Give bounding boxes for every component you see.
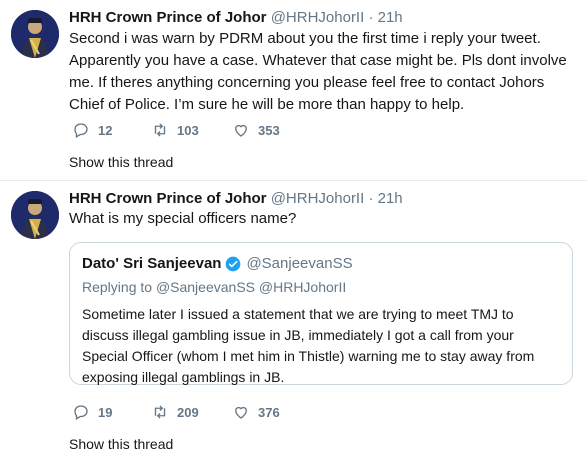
retweet-icon — [154, 405, 166, 419]
avatar-portrait-icon — [11, 10, 59, 58]
timestamp[interactable]: 21h — [378, 9, 403, 26]
replying-to: Replying to @SanjeevanSS @HRHJohorII — [82, 279, 346, 295]
like-icon — [235, 124, 247, 137]
retweet-button[interactable]: 209 — [151, 403, 199, 421]
tweet-text: Second i was warn by PDRM about you the … — [69, 30, 567, 113]
quoted-author-handle: @SanjeevanSS — [246, 255, 353, 272]
separator-dot: · — [368, 9, 374, 26]
reply-count: 12 — [98, 122, 113, 138]
author-name[interactable]: HRH Crown Prince of Johor — [69, 190, 267, 207]
tweet-text: What is my special officers name? — [69, 210, 297, 227]
like-count: 376 — [258, 404, 280, 420]
like-button[interactable]: 376 — [232, 403, 280, 421]
avatar-portrait-icon — [11, 191, 59, 239]
retweet-button[interactable]: 103 — [151, 121, 199, 139]
retweet-count: 103 — [177, 122, 199, 138]
like-button[interactable]: 353 — [232, 121, 280, 139]
tweet-header: HRH Crown Prince of Johor @HRHJohorII · … — [69, 9, 403, 26]
quoted-author-name: Dato' Sri Sanjeevan — [82, 255, 222, 272]
show-thread-link[interactable]: Show this thread — [69, 154, 173, 170]
author-name[interactable]: HRH Crown Prince of Johor — [69, 9, 267, 26]
replying-to-label: Replying to — [82, 279, 153, 295]
reply-icon — [74, 405, 88, 420]
author-handle[interactable]: @HRHJohorII — [271, 9, 365, 26]
reply-icon — [74, 123, 88, 138]
quoted-tweet-header: Dato' Sri Sanjeevan @SanjeevanSS — [82, 255, 353, 272]
tweet[interactable]: HRH Crown Prince of Johor @HRHJohorII · … — [0, 0, 587, 180]
like-icon — [235, 406, 247, 419]
reply-button[interactable]: 19 — [72, 403, 112, 421]
reply-count: 19 — [98, 404, 113, 420]
author-handle[interactable]: @HRHJohorII — [271, 190, 365, 207]
timestamp[interactable]: 21h — [378, 190, 403, 207]
tweet[interactable]: HRH Crown Prince of Johor @HRHJohorII · … — [0, 181, 587, 463]
replying-to-handles: @SanjeevanSS @HRHJohorII — [155, 279, 347, 295]
retweet-icon — [154, 123, 166, 137]
separator-dot: · — [368, 190, 374, 207]
avatar[interactable] — [11, 191, 59, 239]
tweet-header: HRH Crown Prince of Johor @HRHJohorII · … — [69, 190, 403, 207]
retweet-count: 209 — [177, 404, 199, 420]
quoted-tweet-text: Sometime later I issued a statement that… — [82, 306, 535, 385]
avatar[interactable] — [11, 10, 59, 58]
like-count: 353 — [258, 122, 280, 138]
reply-button[interactable]: 12 — [72, 121, 112, 139]
quoted-tweet[interactable]: Dato' Sri Sanjeevan @SanjeevanSS Replyin… — [69, 242, 573, 385]
show-thread-link[interactable]: Show this thread — [69, 436, 173, 452]
verified-badge-icon — [226, 256, 241, 271]
